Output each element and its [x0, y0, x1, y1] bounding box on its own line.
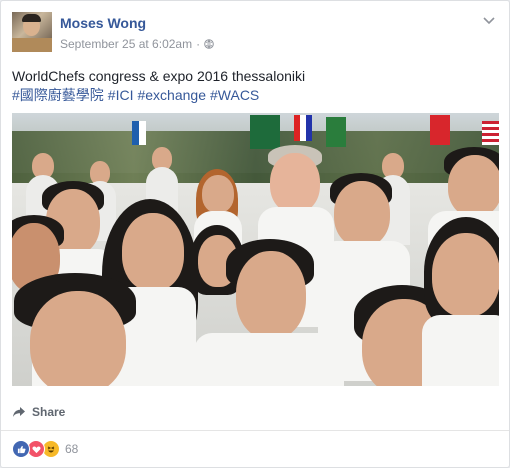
post-card: Moses Wong September 25 at 6:02am · Worl… — [0, 0, 510, 468]
flag — [482, 121, 499, 145]
avatar[interactable] — [12, 12, 52, 52]
reaction-count[interactable]: 68 — [65, 442, 78, 456]
post-photo[interactable] — [12, 113, 499, 386]
flag — [294, 115, 312, 141]
meta-separator: · — [196, 37, 201, 51]
post-meta: September 25 at 6:02am · — [60, 37, 214, 51]
post-header: Moses Wong September 25 at 6:02am · — [12, 12, 498, 56]
hashtag-list: #國際廚藝學院 #ICI #exchange #WACS — [12, 86, 498, 105]
post-text: WorldChefs congress & expo 2016 thessalo… — [12, 67, 498, 105]
share-button[interactable]: Share — [32, 405, 65, 419]
timestamp[interactable]: September 25 at 6:02am — [60, 37, 192, 51]
divider — [1, 430, 509, 431]
hashtag[interactable]: #國際廚藝學院 — [12, 87, 104, 103]
post-caption: WorldChefs congress & expo 2016 thessalo… — [12, 68, 306, 84]
flag — [326, 117, 346, 147]
post-actions: Share — [12, 399, 498, 425]
flag — [132, 121, 146, 145]
chevron-down-icon[interactable] — [483, 16, 495, 26]
hashtag[interactable]: #exchange — [137, 87, 206, 103]
globe-icon[interactable] — [204, 39, 214, 49]
hashtag[interactable]: #WACS — [210, 87, 259, 103]
share-arrow-icon[interactable] — [12, 406, 26, 418]
flag — [430, 115, 450, 145]
like-reaction-icon[interactable] — [12, 440, 30, 458]
author-name[interactable]: Moses Wong — [60, 15, 146, 31]
hashtag[interactable]: #ICI — [108, 87, 134, 103]
reactions-bar[interactable]: 68 — [12, 438, 78, 460]
flag — [250, 115, 280, 149]
